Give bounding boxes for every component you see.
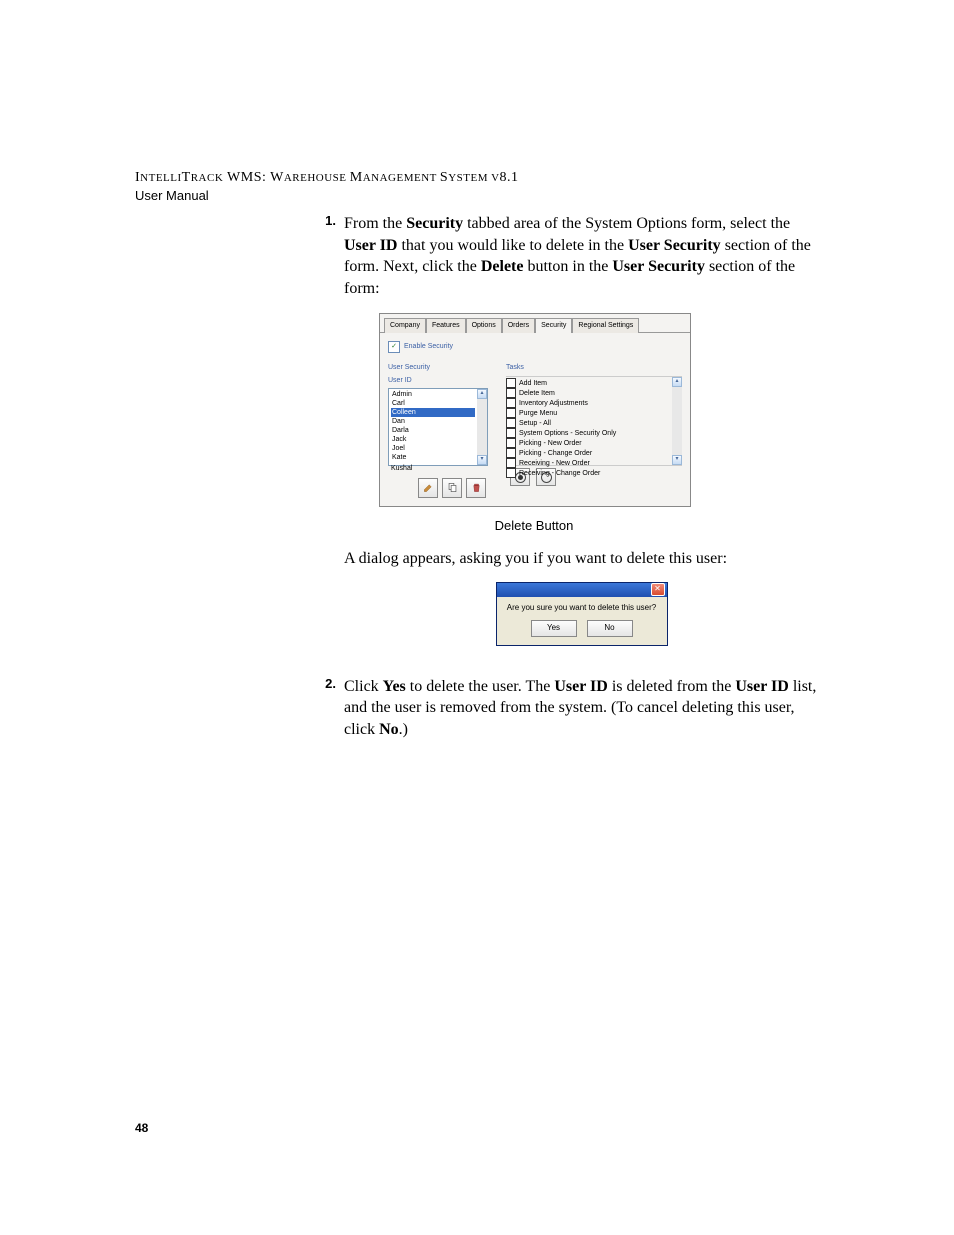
task-row[interactable]: Delete Item — [506, 388, 672, 398]
dialog-titlebar: ✕ — [497, 583, 667, 597]
task-row[interactable]: Inventory Adjustments — [506, 398, 672, 408]
dialog-message: Are you sure you want to delete this use… — [503, 603, 661, 614]
task-row[interactable]: Picking - New Order — [506, 438, 672, 448]
list-item[interactable]: Kushal — [391, 464, 412, 473]
task-checkbox[interactable] — [506, 448, 516, 458]
screenshot-security-tab: Company Features Options Orders Security… — [379, 313, 691, 506]
step-1-text: From the Security tabbed area of the Sys… — [344, 213, 819, 658]
scroll-down-icon[interactable]: ▾ — [477, 455, 487, 465]
enable-security-label: Enable Security — [404, 342, 453, 351]
scrollbar[interactable]: ▴ ▾ — [477, 389, 487, 465]
close-icon[interactable]: ✕ — [651, 583, 665, 596]
screenshot-caption: Delete Button — [379, 517, 689, 535]
scroll-down-icon[interactable]: ▾ — [672, 455, 682, 465]
tab-security[interactable]: Security — [535, 318, 572, 332]
tab-company[interactable]: Company — [384, 318, 426, 332]
task-row[interactable]: Purge Menu — [506, 408, 672, 418]
copy-icon — [447, 482, 458, 493]
delete-button[interactable] — [466, 478, 486, 498]
task-checkbox[interactable] — [506, 418, 516, 428]
task-row[interactable]: Add Item — [506, 378, 672, 388]
user-security-heading: User Security — [388, 363, 488, 372]
page-number: 48 — [135, 1121, 148, 1135]
list-item[interactable]: Kate — [391, 453, 475, 462]
task-checkbox[interactable] — [506, 458, 516, 468]
task-checkbox[interactable] — [506, 388, 516, 398]
task-row[interactable]: Setup - All — [506, 418, 672, 428]
tasks-listbox[interactable]: Add Item Delete Item Inventory Adjustmen… — [506, 376, 682, 466]
pencil-icon — [423, 482, 434, 493]
tab-orders[interactable]: Orders — [502, 318, 535, 332]
list-item[interactable]: Joel — [391, 444, 475, 453]
copy-button[interactable] — [442, 478, 462, 498]
tab-features[interactable]: Features — [426, 318, 466, 332]
yes-button[interactable]: Yes — [531, 620, 577, 637]
task-checkbox[interactable] — [506, 378, 516, 388]
confirm-delete-dialog: ✕ Are you sure you want to delete this u… — [496, 582, 668, 646]
task-checkbox[interactable] — [506, 468, 516, 478]
doc-title: INTELLITRACK WMS: WAREHOUSE MANAGEMENT S… — [135, 170, 819, 186]
between-text: A dialog appears, asking you if you want… — [344, 548, 819, 570]
no-button[interactable]: No — [587, 620, 633, 637]
task-row[interactable]: Receiving - Change Order — [506, 468, 672, 478]
step-number: 1. — [310, 213, 344, 658]
list-item[interactable]: Colleen — [391, 408, 475, 417]
step-number: 2. — [310, 676, 344, 741]
list-item[interactable]: Dan — [391, 417, 475, 426]
list-item[interactable]: Jack — [391, 435, 475, 444]
tab-options[interactable]: Options — [466, 318, 502, 332]
task-checkbox[interactable] — [506, 398, 516, 408]
user-id-listbox[interactable]: Admin Carl Colleen Dan Darla Jack Joel K… — [388, 388, 488, 466]
trash-icon — [471, 482, 482, 493]
scroll-up-icon[interactable]: ▴ — [477, 389, 487, 399]
user-id-label: User ID — [388, 376, 488, 385]
scrollbar[interactable]: ▴ ▾ — [672, 377, 682, 465]
step-2-text: Click Yes to delete the user. The User I… — [344, 676, 819, 741]
doc-header: INTELLITRACK WMS: WAREHOUSE MANAGEMENT S… — [135, 170, 819, 203]
list-item[interactable]: Darla — [391, 426, 475, 435]
tasks-heading: Tasks — [506, 363, 682, 372]
tab-regional-settings[interactable]: Regional Settings — [572, 318, 639, 332]
edit-button[interactable] — [418, 478, 438, 498]
tab-bar: Company Features Options Orders Security… — [380, 314, 690, 332]
list-item[interactable]: Admin — [391, 390, 475, 399]
task-row[interactable]: System Options - Security Only — [506, 428, 672, 438]
enable-security-checkbox[interactable]: ✓ — [388, 341, 400, 353]
task-row[interactable]: Picking - Change Order — [506, 448, 672, 458]
task-row[interactable]: Receiving - New Order — [506, 458, 672, 468]
list-item[interactable]: Carl — [391, 399, 475, 408]
task-checkbox[interactable] — [506, 428, 516, 438]
scroll-up-icon[interactable]: ▴ — [672, 377, 682, 387]
task-checkbox[interactable] — [506, 408, 516, 418]
doc-subtitle: User Manual — [135, 188, 819, 203]
task-checkbox[interactable] — [506, 438, 516, 448]
